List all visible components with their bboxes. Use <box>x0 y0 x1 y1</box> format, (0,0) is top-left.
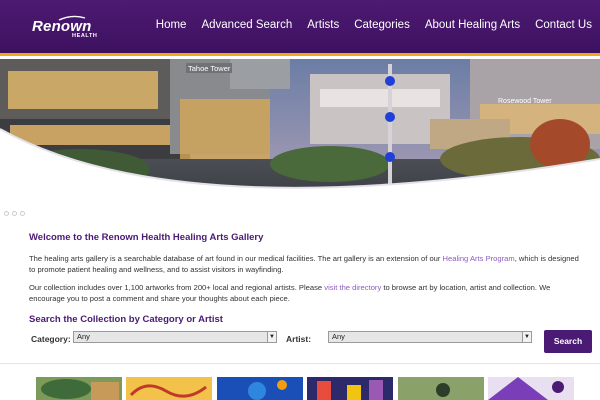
hero-photo: Tahoe Tower Rosewood Tower <box>0 59 600 224</box>
slider-dot[interactable] <box>20 211 25 216</box>
collection-text-a: Our collection includes over 1,100 artwo… <box>29 283 325 292</box>
site-header: Renown HEALTH Home Advanced Search Artis… <box>0 0 600 56</box>
collection-paragraph: Our collection includes over 1,100 artwo… <box>29 282 584 304</box>
nav-artists[interactable]: Artists <box>307 19 339 31</box>
artwork-thumbnail[interactable] <box>307 377 393 400</box>
artwork-thumbnail[interactable] <box>217 377 303 400</box>
nav-about-healing-arts[interactable]: About Healing Arts <box>425 19 520 31</box>
hero-banner: Tahoe Tower Rosewood Tower <box>0 59 600 224</box>
artist-label: Artist: <box>286 334 312 344</box>
divider <box>0 363 600 364</box>
intro-text-a: The healing arts gallery is a searchable… <box>29 254 443 263</box>
artwork-thumbnail[interactable] <box>488 377 574 400</box>
main-nav: Home Advanced Search Artists Categories … <box>141 19 592 31</box>
intro-paragraph: The healing arts gallery is a searchable… <box>29 253 584 275</box>
category-label: Category: <box>31 334 71 344</box>
directory-link[interactable]: visit the directory <box>324 283 381 292</box>
nav-advanced-search[interactable]: Advanced Search <box>201 19 292 31</box>
main-content: Welcome to the Renown Health Healing Art… <box>29 232 584 325</box>
slider-dot[interactable] <box>4 211 9 216</box>
artwork-thumbnail[interactable] <box>36 377 122 400</box>
welcome-title: Welcome to the Renown Health Healing Art… <box>29 232 264 243</box>
slider-dot[interactable] <box>12 211 17 216</box>
logo-subtext: HEALTH <box>72 33 98 39</box>
search-form: Category: Any ▼ Artist: Any ▼ <box>0 330 600 354</box>
healing-arts-program-link[interactable]: Healing Arts Program <box>443 254 515 263</box>
sign-rosewood-tower: Rosewood Tower <box>498 98 552 105</box>
search-button[interactable]: Search <box>544 330 592 353</box>
artwork-thumbnail[interactable] <box>398 377 484 400</box>
nav-home[interactable]: Home <box>156 19 187 31</box>
nav-contact-us[interactable]: Contact Us <box>535 19 592 31</box>
artist-select-value: Any <box>332 332 345 341</box>
chevron-down-icon[interactable]: ▼ <box>522 332 531 342</box>
artwork-thumbnails <box>36 377 600 400</box>
sign-tahoe-tower: Tahoe Tower <box>188 64 231 73</box>
renown-logo[interactable]: Renown HEALTH <box>32 15 112 42</box>
category-select-value: Any <box>77 332 90 341</box>
slider-dots <box>4 211 25 216</box>
search-title: Search the Collection by Category or Art… <box>29 314 223 325</box>
artist-select[interactable]: Any ▼ <box>328 331 532 343</box>
chevron-down-icon[interactable]: ▼ <box>267 332 276 342</box>
artwork-thumbnail[interactable] <box>126 377 212 400</box>
nav-categories[interactable]: Categories <box>354 19 410 31</box>
category-select[interactable]: Any ▼ <box>73 331 277 343</box>
